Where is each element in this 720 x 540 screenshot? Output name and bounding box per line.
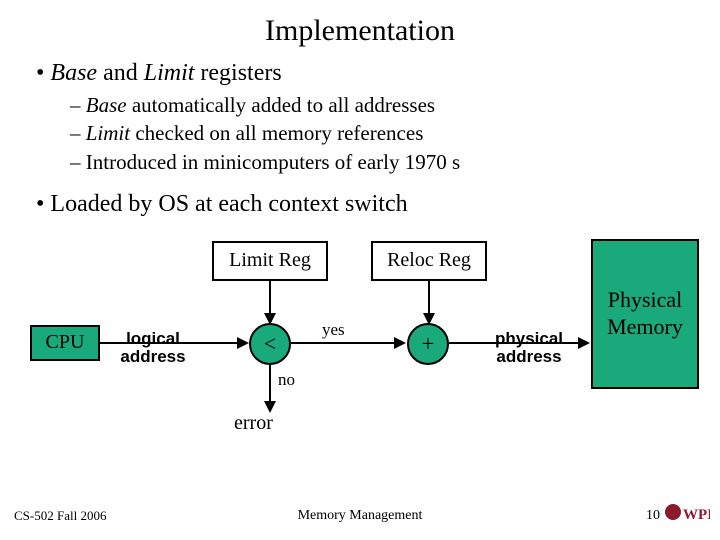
- subbullet-base-added: Base automatically added to all addresse…: [70, 92, 684, 118]
- subbullet-introduced: Introduced in minicomputers of early 197…: [70, 149, 684, 175]
- text-logical: logical: [126, 329, 180, 348]
- arrow-line: [291, 342, 396, 344]
- logical-address-label: logical address: [118, 330, 188, 366]
- arrow-line: [269, 365, 271, 403]
- text-base2: Base: [86, 93, 127, 117]
- subbullet-limit-checked: Limit checked on all memory references: [70, 120, 684, 146]
- arrow-line: [269, 281, 271, 315]
- text-base-tail: automatically added to all addresses: [127, 93, 435, 117]
- text-physical: physical: [495, 329, 563, 348]
- physical-address-label: physical address: [488, 330, 570, 366]
- text-address2: address: [496, 347, 561, 366]
- text-registers: registers: [194, 60, 281, 86]
- arrow-line: [428, 281, 430, 315]
- text-physmem1: Physical: [608, 287, 683, 312]
- adder-circle: +: [407, 323, 449, 365]
- text-physmem2: Memory: [607, 314, 683, 339]
- arrow-right-icon: [394, 337, 406, 349]
- limit-reg-box: Limit Reg: [212, 241, 328, 281]
- physical-memory-box: Physical Memory: [591, 239, 699, 389]
- bullet-base-limit: Base and Limit registers: [36, 58, 684, 88]
- footer-title: Memory Management: [0, 508, 720, 524]
- wpi-logo: WPI: [664, 499, 710, 530]
- text-address1: address: [120, 347, 185, 366]
- text-and: and: [97, 60, 144, 86]
- arrow-right-icon: [237, 337, 249, 349]
- yes-label: yes: [322, 319, 345, 340]
- cpu-box: CPU: [30, 325, 100, 361]
- error-label: error: [234, 411, 273, 436]
- text-limit-tail: checked on all memory references: [130, 121, 423, 145]
- no-label: no: [278, 369, 295, 390]
- arrow-right-icon: [578, 337, 590, 349]
- page-number: 10: [646, 508, 660, 524]
- slide-body: Base and Limit registers Base automatica…: [0, 48, 720, 451]
- reloc-reg-box: Reloc Reg: [371, 241, 487, 281]
- compare-circle: <: [249, 323, 291, 365]
- diagram: Limit Reg Reloc Reg CPU logical address …: [36, 231, 684, 451]
- text-base: Base: [50, 60, 97, 86]
- text-limit2: Limit: [86, 121, 130, 145]
- slide-title: Implementation: [0, 0, 720, 48]
- text-limit: Limit: [144, 60, 195, 86]
- logo-text-icon: WPI: [683, 507, 710, 523]
- bullet-loaded-os: Loaded by OS at each context switch: [36, 189, 684, 219]
